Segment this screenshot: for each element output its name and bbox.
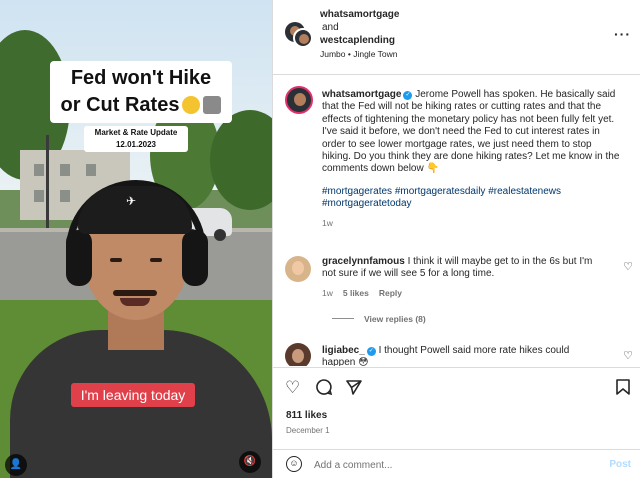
thinking-emoji-icon bbox=[182, 96, 201, 114]
video-title-card: Fed won't Hike or Cut Rates bbox=[50, 61, 232, 123]
caption-text: Jerome Powell has spoken. He basically s… bbox=[322, 89, 620, 175]
caption-text-block: whatsamortgage ✓ Jerome Powell has spoken… bbox=[322, 89, 622, 229]
person-eye bbox=[150, 258, 162, 262]
view-replies-label: View replies (8) bbox=[364, 314, 426, 325]
post-panel: whatsamortgage and westcaplending Jumbo … bbox=[272, 0, 640, 478]
avatar-face bbox=[299, 34, 309, 44]
video-title-line2: or Cut Rates bbox=[50, 93, 232, 117]
comment-text-line1: I thought Powell said more rate hikes co… bbox=[378, 345, 570, 356]
comment-like-heart-icon[interactable]: ♡ bbox=[623, 349, 633, 362]
reel-video[interactable]: ✈ Fed won't Hike or Cut Rates Market & R… bbox=[0, 0, 272, 478]
video-subtitle-line1: Market & Rate Update bbox=[94, 128, 178, 137]
comment-icon[interactable] bbox=[315, 378, 333, 401]
caption-hashtags-line2[interactable]: #mortgageratetoday bbox=[322, 198, 622, 210]
headphone-right bbox=[182, 230, 208, 286]
comment-like-heart-icon[interactable]: ♡ bbox=[623, 260, 633, 273]
header-audio[interactable]: Jumbo • Jingle Town bbox=[320, 48, 399, 61]
person-mustache bbox=[113, 290, 157, 296]
likes-count[interactable]: 811 likes bbox=[286, 410, 327, 421]
caption-hashtags-line1[interactable]: #mortgagerates #mortgageratesdaily #real… bbox=[322, 186, 622, 198]
headphone-left bbox=[66, 230, 92, 286]
post-header: whatsamortgage and westcaplending Jumbo … bbox=[273, 0, 640, 75]
bookmark-icon[interactable] bbox=[615, 378, 631, 401]
comment-text-line2: not sure if we will see 5 for a long tim… bbox=[322, 268, 495, 280]
header-and: and bbox=[322, 22, 339, 33]
header-user1[interactable]: whatsamortgage bbox=[320, 8, 399, 21]
header-names: whatsamortgage and westcaplending Jumbo … bbox=[320, 8, 399, 61]
commenter-avatar[interactable] bbox=[285, 256, 311, 282]
video-caption: I'm leaving today bbox=[71, 383, 195, 407]
user-tag-icon[interactable]: 👤 bbox=[5, 454, 27, 476]
comment-text-block: gracelynnfamous I think it will maybe ge… bbox=[322, 256, 622, 326]
avatar-face bbox=[294, 93, 306, 106]
video-title-line2-text: or Cut Rates bbox=[60, 94, 180, 116]
person-mouth bbox=[120, 298, 150, 306]
avatar-face bbox=[292, 349, 304, 363]
video-title-line1: Fed won't Hike bbox=[70, 67, 212, 89]
caption-time: 1w bbox=[322, 217, 333, 228]
post-date: December 1 bbox=[286, 426, 330, 435]
user2-avatar[interactable] bbox=[293, 28, 313, 48]
verified-icon: ✓ bbox=[403, 91, 413, 100]
bank-emoji-icon bbox=[203, 96, 222, 114]
emoji-picker-icon[interactable]: ☺ bbox=[286, 456, 302, 472]
comment-reply-button[interactable]: Reply bbox=[379, 288, 402, 298]
comment-username[interactable]: ligiabec_ bbox=[322, 345, 365, 356]
comments-section[interactable]: whatsamortgage ✓ Jerome Powell has spoken… bbox=[273, 76, 640, 366]
comment-text-line1: I think it will maybe get to in the 6s b… bbox=[407, 256, 593, 267]
view-replies-button[interactable]: View replies (8) bbox=[322, 313, 622, 325]
share-icon[interactable] bbox=[345, 378, 363, 401]
caption-username[interactable]: whatsamortgage bbox=[322, 89, 401, 100]
comment-input[interactable] bbox=[314, 457, 594, 473]
comment-username[interactable]: gracelynnfamous bbox=[322, 256, 405, 267]
verified-icon: ✓ bbox=[366, 347, 376, 356]
avatar-face bbox=[292, 261, 304, 275]
heart-icon[interactable]: ♡ bbox=[285, 378, 300, 398]
video-lamp-pole bbox=[46, 135, 49, 235]
post-button[interactable]: Post bbox=[609, 459, 631, 470]
comment-text-line2: happen 😳 bbox=[322, 357, 369, 366]
action-bar: ♡ 811 likes December 1 bbox=[273, 367, 640, 449]
caption-avatar[interactable] bbox=[285, 86, 313, 114]
commenter-avatar[interactable] bbox=[285, 343, 311, 366]
cap-logo: ✈ bbox=[125, 194, 137, 208]
comment-time: 1w bbox=[322, 287, 333, 298]
video-subtitle-line2: 12.01.2023 bbox=[115, 140, 157, 149]
comment-likes[interactable]: 5 likes bbox=[343, 288, 369, 298]
header-user2[interactable]: westcaplending bbox=[320, 34, 399, 47]
add-comment-bar: ☺ Post bbox=[273, 449, 640, 478]
mute-icon[interactable]: 🔇 bbox=[239, 451, 261, 473]
video-subtitle-card: Market & Rate Update 12.01.2023 bbox=[84, 126, 188, 152]
replies-rule bbox=[332, 318, 354, 320]
comment-text-block: ligiabec_ ✓ I thought Powell said more ra… bbox=[322, 345, 622, 366]
person-eye bbox=[110, 258, 122, 262]
ellipsis-icon[interactable]: ··· bbox=[614, 26, 631, 42]
